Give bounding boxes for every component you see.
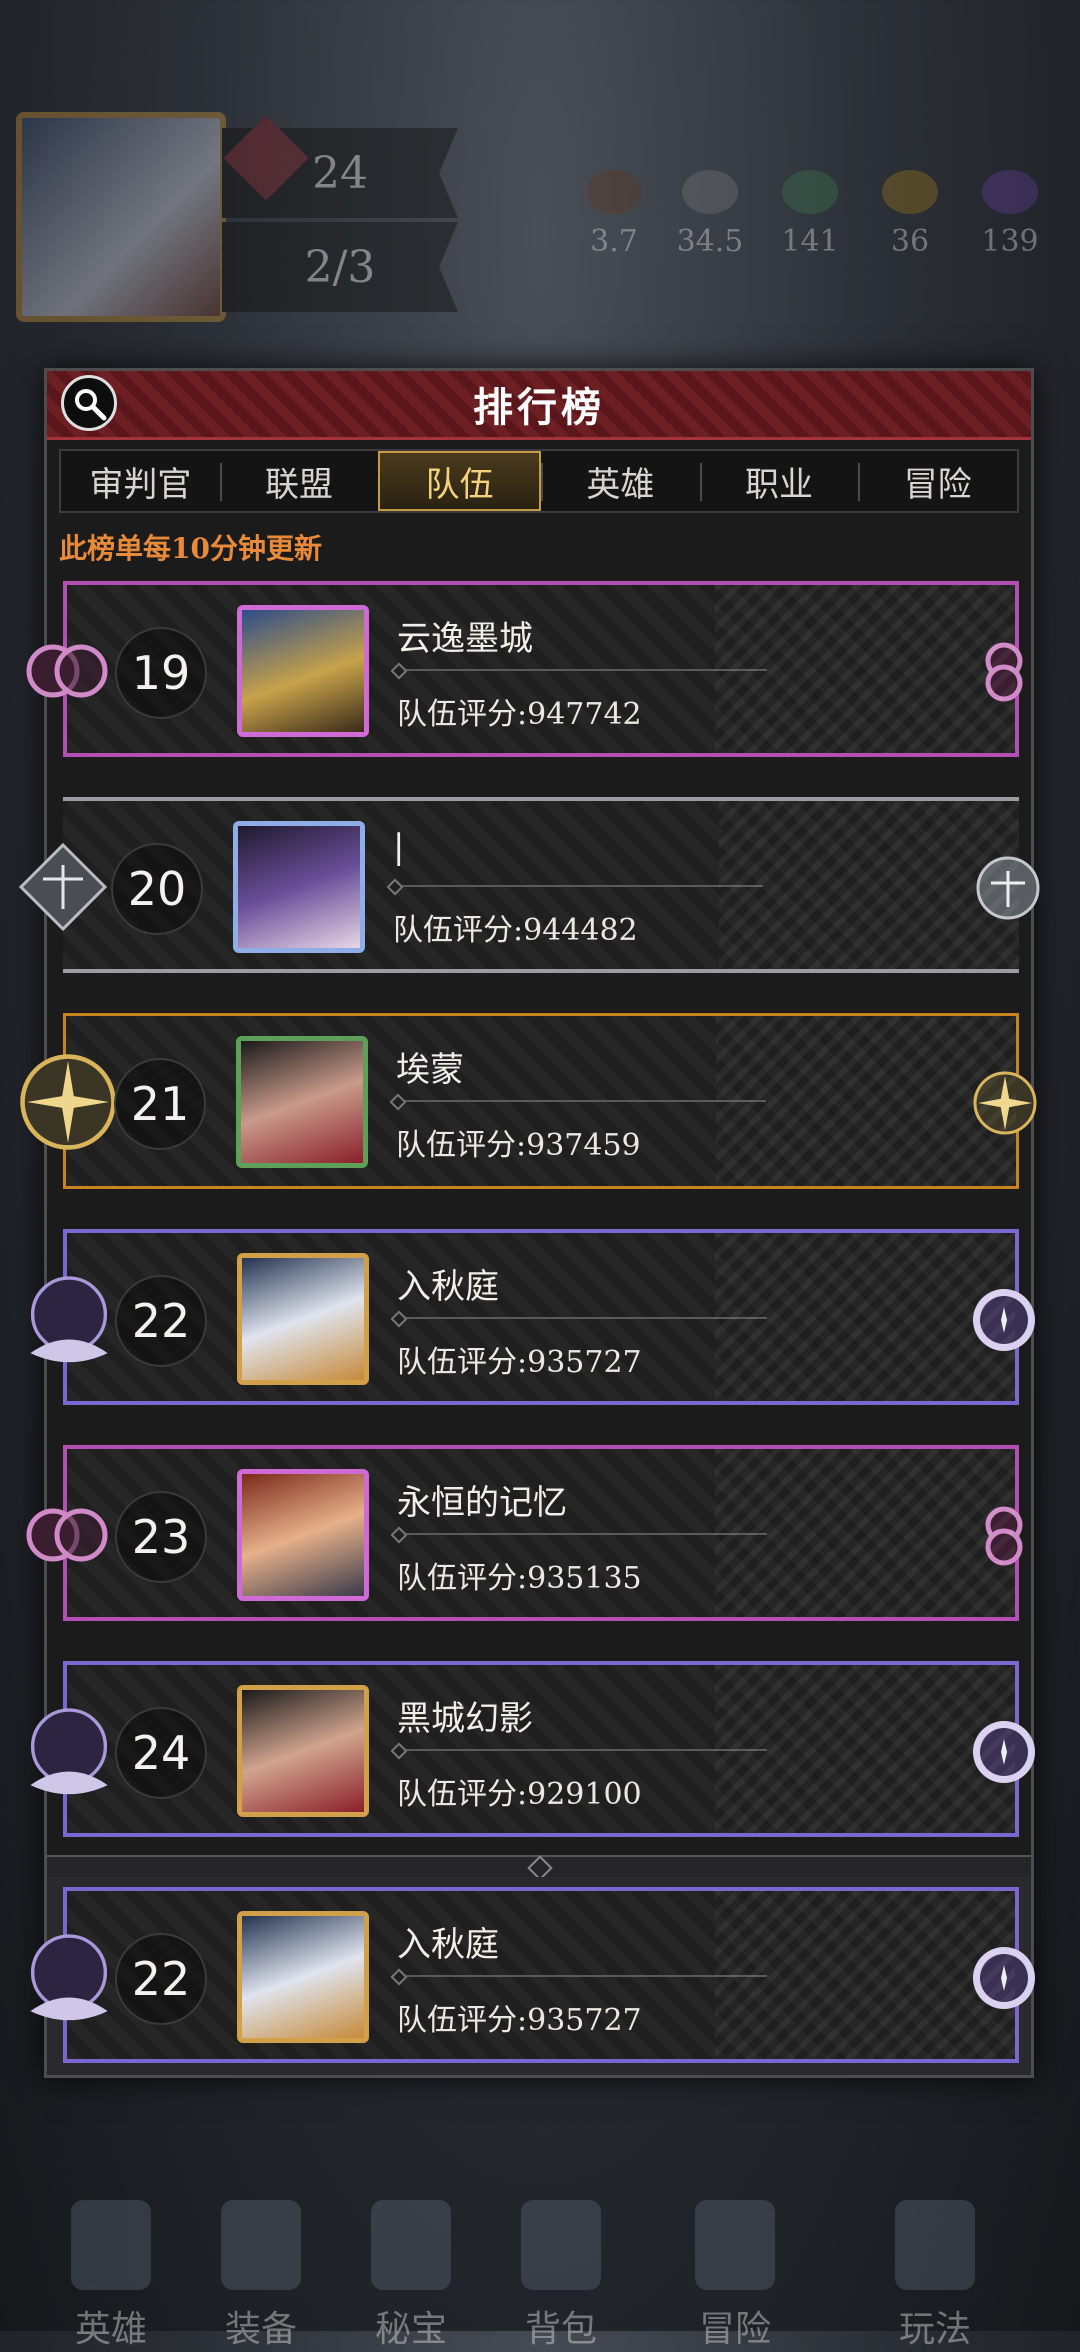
ranking-row[interactable]: 23 永恒的记忆 队伍评分:935135 [26,1445,1023,1621]
search-button[interactable] [61,375,117,431]
scales-ornament-icon [976,856,1040,920]
search-icon [75,389,107,421]
rings-badge-icon [26,644,108,698]
energy-ribbon: 2/3 [222,222,458,312]
leaderboard-panel: 排行榜 审判官 联盟 队伍 英雄 职业 冒险 此榜单每10分钟更新 19 云逸墨… [19,368,1040,2078]
team-name: | [393,827,405,867]
team-name: 入秋庭 [397,1925,499,1965]
gem-icon [982,170,1038,214]
team-name: 永恒的记忆 [397,1483,567,1523]
tab-team[interactable]: 队伍 [378,451,542,511]
nav-gameplay[interactable]: 玩法 [860,2200,1010,2352]
equipment-icon [221,2200,301,2290]
compass-ornament-icon [973,1071,1037,1135]
player-avatar[interactable] [236,1036,368,1168]
crystal-orb-badge-icon [30,1934,108,2021]
resource-1: 3.7 [566,170,662,259]
player-avatar[interactable] [237,1911,369,2043]
rank-number: 24 [115,1707,207,1799]
moon-ornament-icon [973,1721,1035,1783]
category-tabs: 审判官 联盟 队伍 英雄 职业 冒险 [59,449,1019,513]
resource-3: 141 [762,170,858,259]
own-ranking-row[interactable]: 22 入秋庭 队伍评分:935727 [30,1887,1035,2063]
resource-5: 139 [962,170,1058,259]
energy-value: 2/3 [304,241,376,293]
gameplay-icon [895,2200,975,2290]
team-score: 队伍评分:935135 [397,1561,642,1596]
backpack-icon [521,2200,601,2290]
compass-badge-icon [20,1054,116,1150]
tab-adventure[interactable]: 冒险 [858,451,1017,511]
ranking-row[interactable]: 20 | 队伍评分:944482 [19,797,1040,973]
team-name: 云逸墨城 [397,619,533,659]
divider [397,1533,767,1535]
nav-adventure[interactable]: 冒险 [660,2200,810,2352]
ore-icon [586,170,642,214]
scales-badge-icon [19,843,107,931]
divider [397,1317,767,1319]
nav-backpack[interactable]: 背包 [486,2200,636,2352]
rings-ornament-icon [985,642,1023,702]
player-avatar[interactable] [237,1685,369,1817]
crystal-orb-badge-icon [30,1708,108,1795]
team-name: 入秋庭 [397,1267,499,1307]
ranking-row[interactable]: 21 埃蒙 队伍评分:937459 [20,1013,1037,1189]
level-value: 24 [312,147,368,199]
divider [396,1100,766,1102]
ranking-row[interactable]: 22 入秋庭 队伍评分:935727 [30,1229,1035,1405]
team-score: 队伍评分:935727 [397,2003,642,2038]
tab-judge[interactable]: 审判官 [61,451,220,511]
stone-icon [682,170,738,214]
player-avatar[interactable] [237,1469,369,1601]
divider [397,1749,767,1751]
ranking-row[interactable]: 24 黑城幻影 队伍评分:929100 [30,1661,1035,1837]
nav-heroes[interactable]: 英雄 [36,2200,186,2352]
rings-ornament-icon [985,1506,1023,1566]
divider [393,885,763,887]
divider [397,669,767,671]
rank-number: 19 [115,627,207,719]
crystal-icon [782,170,838,214]
resource-2: 34.5 [662,170,758,259]
team-name: 黑城幻影 [397,1699,533,1739]
tab-hero[interactable]: 英雄 [541,451,700,511]
player-avatar[interactable] [237,1253,369,1385]
tab-class[interactable]: 职业 [699,451,859,511]
own-ranking-area: 22 入秋庭 队伍评分:935727 [30,1877,1035,2075]
player-avatar[interactable] [233,821,365,953]
panel-header: 排行榜 [47,371,1031,440]
adventure-icon [695,2200,775,2290]
nav-treasure[interactable]: 秘宝 [336,2200,486,2352]
rings-badge-icon [26,1508,108,1562]
rank-number: 21 [114,1058,206,1150]
rank-number: 22 [115,1275,207,1367]
team-score: 队伍评分:947742 [397,697,642,732]
team-name: 埃蒙 [396,1050,464,1090]
tab-alliance[interactable]: 联盟 [219,451,379,511]
moon-ornament-icon [973,1289,1035,1351]
nav-equipment[interactable]: 装备 [186,2200,336,2352]
resource-4: 36 [862,170,958,259]
player-portrait[interactable] [16,112,226,322]
team-score: 队伍评分:935727 [397,1345,642,1380]
bottom-nav: 英雄 装备 秘宝 背包 冒险 玩法 [0,2060,1080,2350]
ranking-row[interactable]: 19 云逸墨城 队伍评分:947742 [26,581,1023,757]
divider [397,1975,767,1977]
rank-number: 23 [115,1491,207,1583]
rank-number: 20 [111,843,203,935]
heroes-icon [71,2200,151,2290]
treasure-icon [371,2200,451,2290]
team-score: 队伍评分:937459 [396,1128,641,1163]
moon-ornament-icon [973,1947,1035,2009]
team-score: 队伍评分:929100 [397,1777,642,1812]
rank-number: 22 [115,1933,207,2025]
gold-icon [882,170,938,214]
update-note: 此榜单每10分钟更新 [59,532,322,565]
team-score: 队伍评分:944482 [393,913,638,948]
panel-title: 排行榜 [473,384,605,431]
player-avatar[interactable] [237,605,369,737]
crystal-orb-badge-icon [30,1276,108,1363]
